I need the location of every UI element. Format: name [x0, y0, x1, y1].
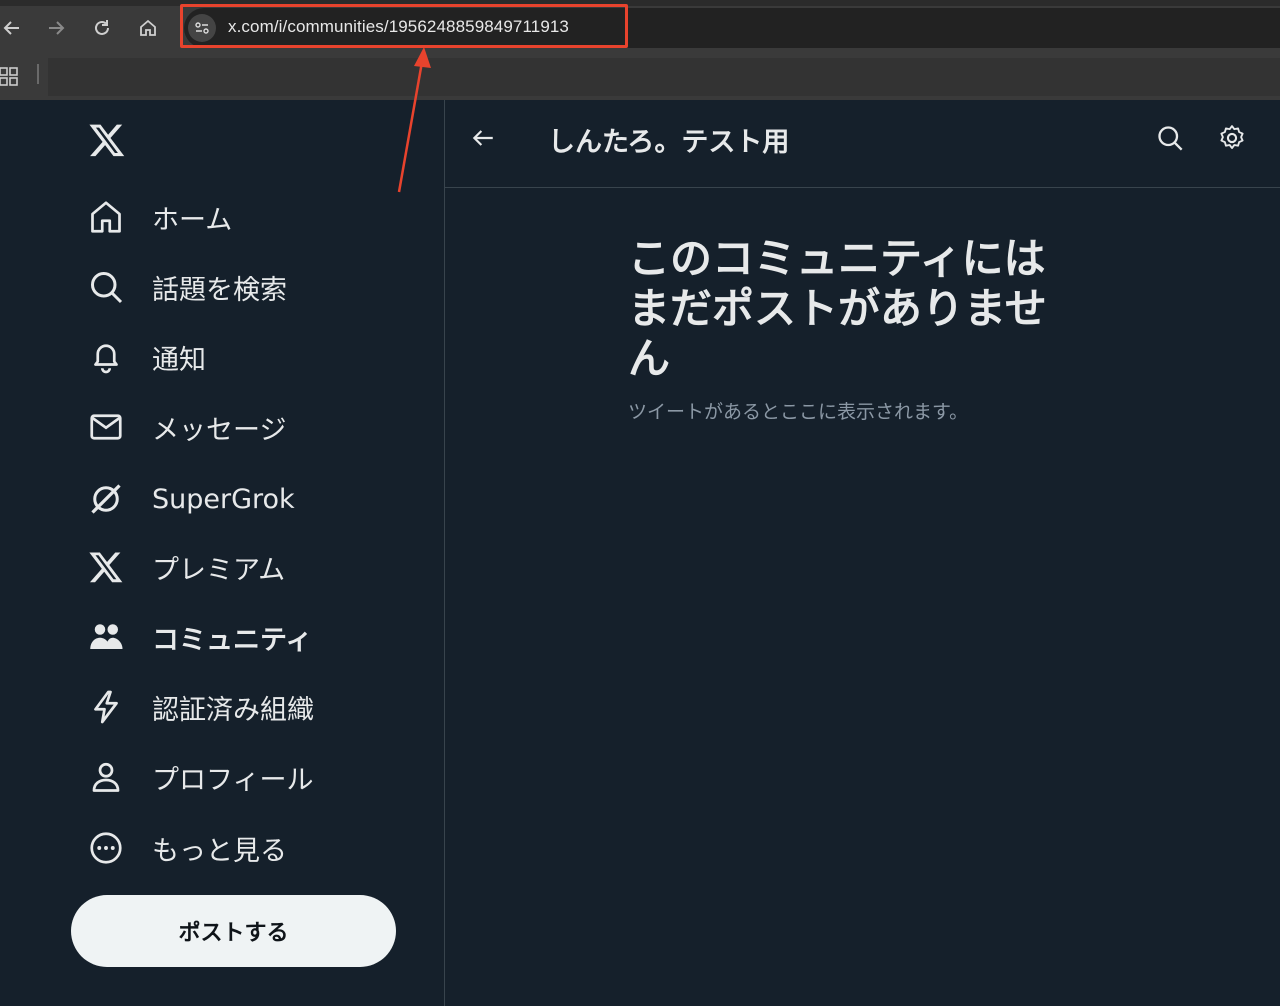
bookmark-separator [37, 64, 39, 84]
bell-icon [86, 337, 126, 377]
sidebar-item-label: 話題を検索 [152, 274, 287, 306]
sidebar-item-label: もっと見る [152, 835, 287, 867]
sidebar-item-notifications[interactable]: 通知 [86, 334, 206, 380]
x-logo-icon [86, 547, 126, 587]
sidebar-item-label: 通知 [152, 344, 206, 376]
more-circle-icon [86, 828, 126, 868]
sidebar-item-label: メッセージ [152, 414, 287, 446]
sidebar-item-label: 認証済み組織 [152, 694, 314, 726]
page-title: しんたろ。テスト用 [548, 127, 790, 158]
sidebar-item-explore[interactable]: 話題を検索 [86, 264, 287, 310]
sidebar-item-grok[interactable]: SuperGrok [86, 476, 295, 522]
sidebar-item-profile[interactable]: プロフィール [86, 754, 313, 800]
sidebar-item-label: SuperGrok [152, 483, 295, 515]
back-arrow-icon[interactable] [470, 125, 496, 151]
reload-icon[interactable] [88, 14, 116, 42]
sidebar-item-home[interactable]: ホーム [86, 194, 232, 240]
people-icon [86, 617, 126, 657]
search-icon [86, 267, 126, 307]
url-highlight-box [180, 4, 628, 48]
grok-icon [86, 479, 126, 519]
forward-icon[interactable] [42, 14, 70, 42]
envelope-icon [86, 407, 126, 447]
sidebar-item-label: コミュニティ [152, 624, 313, 656]
sidebar-item-more[interactable]: もっと見る [86, 825, 287, 871]
back-icon[interactable] [0, 14, 26, 42]
sidebar-item-label: プロフィール [152, 764, 314, 796]
apps-grid-icon[interactable] [0, 66, 22, 88]
sidebar-item-label: ホーム [152, 204, 233, 236]
sidebar-divider [444, 100, 445, 1006]
person-icon [86, 757, 126, 797]
empty-state-subtitle: ツイートがあるとここに表示されます。 [628, 401, 969, 423]
x-logo-icon[interactable] [88, 121, 126, 159]
lightning-icon [86, 687, 126, 727]
post-button[interactable]: ポストする [71, 895, 396, 967]
search-icon[interactable] [1156, 124, 1184, 152]
empty-state-title: このコミュニティにはまだポストがありません [628, 234, 1047, 383]
home-browser-icon[interactable] [134, 14, 162, 42]
sidebar-item-messages[interactable]: メッセージ [86, 404, 286, 450]
gear-icon[interactable] [1218, 124, 1246, 152]
sidebar-item-verified-orgs[interactable]: 認証済み組織 [86, 684, 314, 730]
sidebar-item-communities[interactable]: コミュニティ [86, 614, 312, 660]
sidebar-item-label: プレミアム [152, 554, 286, 586]
bookmark-area [48, 58, 1280, 96]
home-icon [86, 197, 126, 237]
sidebar-item-premium[interactable]: プレミアム [86, 544, 285, 590]
